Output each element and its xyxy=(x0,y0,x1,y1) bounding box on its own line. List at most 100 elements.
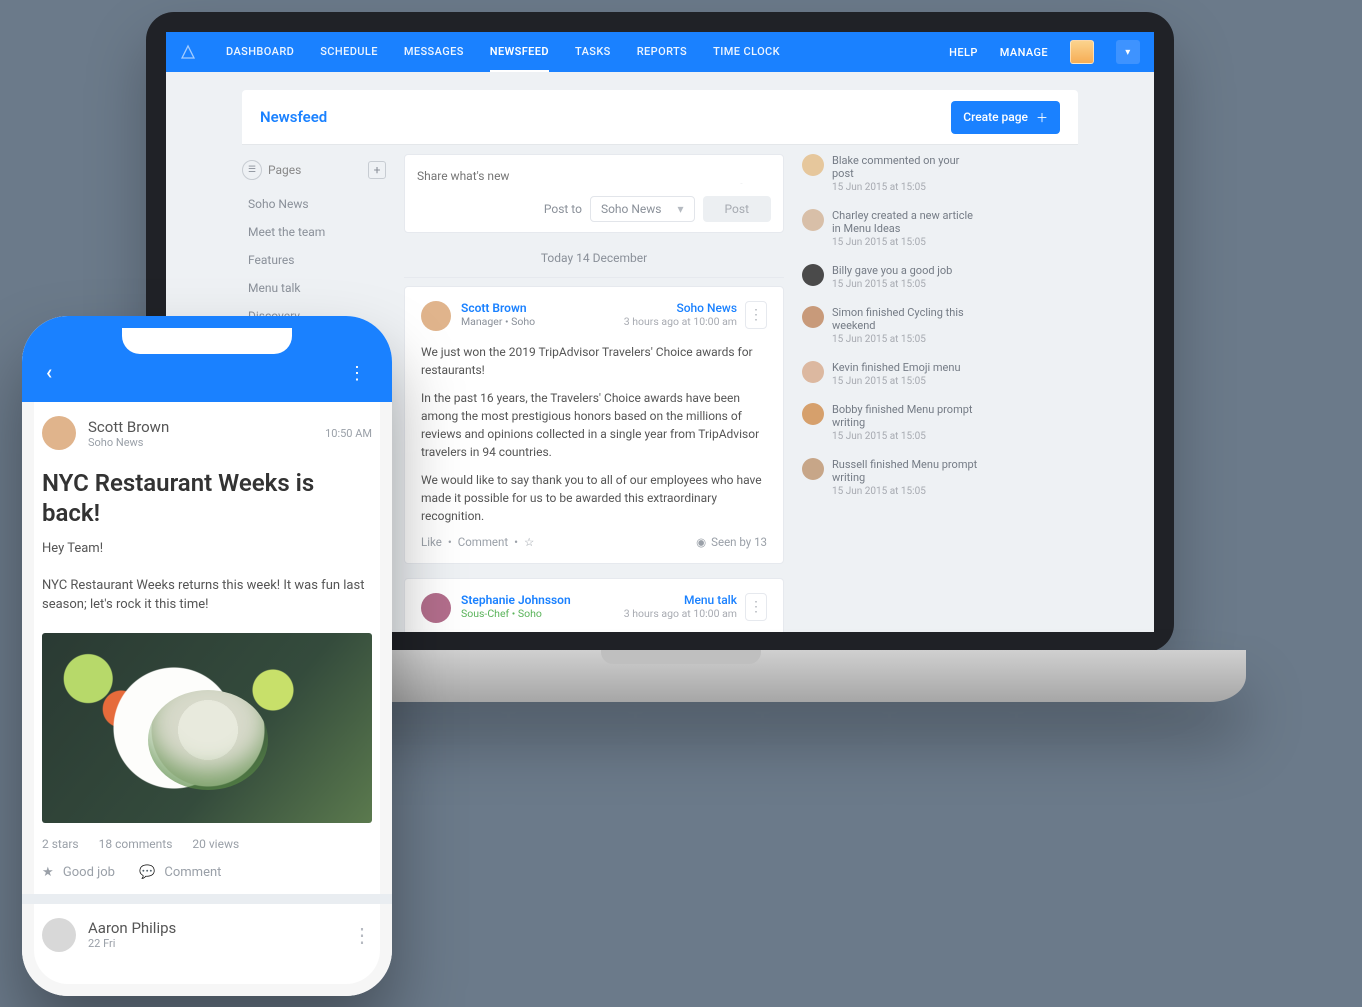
dots-vertical-icon: ⋮ xyxy=(348,363,368,384)
pages-icon: ☰ xyxy=(242,160,262,180)
like-button[interactable]: Like xyxy=(421,535,442,549)
activity-item[interactable]: Kevin finished Emoji menu15 Jun 2015 at … xyxy=(802,361,982,387)
create-page-button[interactable]: Create page ＋ xyxy=(951,101,1060,134)
page-title: Newsfeed xyxy=(260,108,951,126)
activity-item[interactable]: Simon finished Cycling this weekend15 Ju… xyxy=(802,306,982,345)
post-card: Scott Brown Manager • Soho Soho News 3 h… xyxy=(404,286,784,564)
mobile-next-post-head[interactable]: Aaron Philips 22 Fri ⋮ xyxy=(22,904,392,960)
composer: ☺ ✎ Post to Soho News ▾ Post xyxy=(404,154,784,233)
user-menu-toggle[interactable]: ▾ xyxy=(1116,40,1140,64)
feed-column: ☺ ✎ Post to Soho News ▾ Post Today 14 De… xyxy=(404,154,784,632)
seen-count: Seen by 13 xyxy=(711,535,767,549)
views-count: 20 views xyxy=(192,837,239,851)
author-avatar xyxy=(421,593,451,623)
post-timestamp: 3 hours ago at 10:00 am xyxy=(624,315,737,328)
next-sub: 22 Fri xyxy=(88,937,176,950)
next-post-menu[interactable]: ⋮ xyxy=(352,923,372,947)
star-icon[interactable]: ☆ xyxy=(524,535,534,549)
nav-help[interactable]: HELP xyxy=(949,46,978,59)
divider xyxy=(22,894,392,904)
nav-timeclock[interactable]: TIME CLOCK xyxy=(713,33,780,72)
composer-input[interactable] xyxy=(417,169,771,183)
author-avatar xyxy=(421,301,451,331)
mobile-paragraph: NYC Restaurant Weeks returns this week! … xyxy=(22,573,392,619)
chevron-down-icon: ▾ xyxy=(678,202,684,216)
nav-reports[interactable]: REPORTS xyxy=(637,33,687,72)
mobile-post-head: Scott Brown Soho News 10:50 AM xyxy=(22,402,392,464)
mobile-post-image xyxy=(42,633,372,823)
dots-vertical-icon: ⋮ xyxy=(352,923,372,947)
activity-item[interactable]: Billy gave you a good job15 Jun 2015 at … xyxy=(802,264,982,290)
post-role: Manager • Soho xyxy=(461,315,535,328)
activity-item[interactable]: Blake commented on your post15 Jun 2015 … xyxy=(802,154,982,193)
stars-count: 2 stars xyxy=(42,837,79,851)
phone-frame: ‹ ⋮ Scott Brown Soho News 10:50 AM NYC R… xyxy=(22,316,392,996)
sidebar-header: ☰ Pages + xyxy=(242,154,386,190)
nav-newsfeed[interactable]: NEWSFEED xyxy=(490,33,549,72)
create-page-label: Create page xyxy=(963,110,1028,124)
page-bar: Newsfeed Create page ＋ xyxy=(242,90,1078,144)
sidebar-item-meet-team[interactable]: Meet the team xyxy=(242,218,386,246)
mobile-stats: 2 stars 18 comments 20 views xyxy=(22,833,392,861)
author-avatar xyxy=(42,416,76,450)
post-role: Sous-Chef • Soho xyxy=(461,607,571,620)
sidebar-item-soho-news[interactable]: Soho News xyxy=(242,190,386,218)
post-author[interactable]: Stephanie Johnsson xyxy=(461,593,571,607)
activity-item[interactable]: Russell finished Menu prompt writing15 J… xyxy=(802,458,982,497)
mobile-author: Scott Brown xyxy=(88,418,169,436)
mobile-time: 10:50 AM xyxy=(325,427,372,440)
add-page-button[interactable]: + xyxy=(368,161,386,179)
date-separator: Today 14 December xyxy=(404,251,784,278)
mobile-sub: Soho News xyxy=(88,436,169,449)
comment-icon: 💬 xyxy=(139,865,155,880)
top-nav: DASHBOARD SCHEDULE MESSAGES NEWSFEED TAS… xyxy=(166,32,1154,72)
nav-messages[interactable]: MESSAGES xyxy=(404,33,464,72)
mobile-actions: ★ Good job 💬 Comment xyxy=(22,861,392,894)
post-to-label: Post to xyxy=(544,202,582,216)
mobile-post-title: NYC Restaurant Weeks is back! xyxy=(22,464,392,536)
post-card: Stephanie Johnsson Sous-Chef • Soho Menu… xyxy=(404,578,784,632)
dots-vertical-icon: ⋮ xyxy=(749,599,763,615)
post-to-value: Soho News xyxy=(601,202,662,216)
laptop-trackpad-notch xyxy=(601,650,761,664)
eye-icon: ◉ xyxy=(696,535,706,549)
mobile-menu-button[interactable]: ⋮ xyxy=(348,363,368,384)
nav-manage[interactable]: MANAGE xyxy=(1000,46,1048,59)
post-paragraph: In the past 16 years, the Travelers' Cho… xyxy=(421,389,767,461)
post-topic[interactable]: Soho News xyxy=(624,301,737,315)
comments-count: 18 comments xyxy=(99,837,173,851)
post-to-dropdown[interactable]: Soho News ▾ xyxy=(590,196,695,222)
post-paragraph: We just won the 2019 TripAdvisor Travele… xyxy=(421,343,767,379)
activity-rail: Blake commented on your post15 Jun 2015 … xyxy=(802,154,982,632)
chevron-down-icon: ▾ xyxy=(1125,47,1130,58)
nav-dashboard[interactable]: DASHBOARD xyxy=(226,33,294,72)
phone-notch xyxy=(122,328,292,354)
post-topic[interactable]: Menu talk xyxy=(624,593,737,607)
post-author[interactable]: Scott Brown xyxy=(461,301,535,315)
logo-icon xyxy=(180,44,196,60)
comment-button[interactable]: Comment xyxy=(458,535,508,549)
activity-item[interactable]: Charley created a new article in Menu Id… xyxy=(802,209,982,248)
back-button[interactable]: ‹ xyxy=(46,360,52,384)
dots-vertical-icon: ⋮ xyxy=(749,307,763,323)
sidebar-title: Pages xyxy=(268,163,301,177)
sidebar-item-features[interactable]: Features xyxy=(242,246,386,274)
mobile-paragraph: Hey Team! xyxy=(22,536,392,563)
activity-item[interactable]: Bobby finished Menu prompt writing15 Jun… xyxy=(802,403,982,442)
sidebar-item-menu-talk[interactable]: Menu talk xyxy=(242,274,386,302)
good-job-button[interactable]: ★ Good job xyxy=(42,865,115,880)
star-icon: ★ xyxy=(42,865,54,880)
user-avatar[interactable] xyxy=(1070,40,1094,64)
next-author: Aaron Philips xyxy=(88,919,176,937)
post-menu-button[interactable]: ⋮ xyxy=(745,593,767,621)
nav-items: DASHBOARD SCHEDULE MESSAGES NEWSFEED TAS… xyxy=(226,33,780,72)
nav-schedule[interactable]: SCHEDULE xyxy=(320,33,378,72)
chevron-left-icon: ‹ xyxy=(46,360,52,384)
post-timestamp: 3 hours ago at 10:00 am xyxy=(624,607,737,620)
post-button[interactable]: Post xyxy=(703,196,771,222)
post-menu-button[interactable]: ⋮ xyxy=(745,301,767,329)
comment-button[interactable]: 💬 Comment xyxy=(139,865,221,880)
author-avatar xyxy=(42,918,76,952)
nav-tasks[interactable]: TASKS xyxy=(575,33,611,72)
plus-icon: ＋ xyxy=(1036,109,1048,126)
